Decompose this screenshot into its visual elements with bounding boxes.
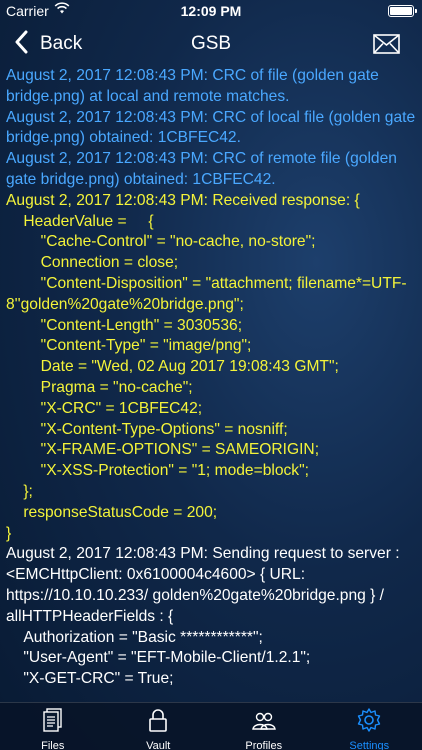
tab-files[interactable]: Files xyxy=(0,703,106,750)
log-line: Date = "Wed, 02 Aug 2017 19:08:43 GMT"; xyxy=(6,358,339,376)
files-icon xyxy=(40,707,66,738)
log-line: "X-XSS-Protection" = "1; mode=block"; xyxy=(6,462,309,480)
back-label: Back xyxy=(40,33,83,54)
log-line: }; xyxy=(6,482,33,500)
log-line: responseStatusCode = 200; xyxy=(6,503,218,521)
log-line: "X-FRAME-OPTIONS" = SAMEORIGIN; xyxy=(6,441,320,459)
tab-bar: Files Vault Profiles Settings xyxy=(0,702,422,750)
battery-icon xyxy=(388,5,417,17)
mail-icon[interactable] xyxy=(373,34,400,54)
log-line: "Content-Length" = 3030536; xyxy=(6,316,243,334)
tab-vault[interactable]: Vault xyxy=(106,703,212,750)
tab-label: Files xyxy=(41,740,65,750)
log-line: "Content-Disposition" = "attachment; fil… xyxy=(6,274,407,313)
profiles-icon xyxy=(251,707,277,738)
log-line: "User-Agent" = "EFT-Mobile-Client/1.2.1"… xyxy=(6,649,311,667)
back-button[interactable]: Back xyxy=(14,30,82,58)
log-line: August 2, 2017 12:08:43 PM: Received res… xyxy=(6,191,360,209)
status-time: 12:09 PM xyxy=(180,3,242,19)
navigation-bar: Back GSB xyxy=(0,22,422,66)
log-line: August 2, 2017 12:08:43 PM: CRC of remot… xyxy=(6,150,402,188)
tab-profiles[interactable]: Profiles xyxy=(211,703,317,750)
log-line: } xyxy=(6,524,12,542)
log-line: "X-CRC" = 1CBFEC42; xyxy=(6,399,203,417)
log-line: "X-Content-Type-Options" = nosniff; xyxy=(6,420,288,438)
log-line: "X-GET-CRC" = True; xyxy=(6,670,174,688)
log-line: HeaderValue = { xyxy=(6,212,154,230)
gear-icon xyxy=(356,707,382,738)
log-line: "Content-Type" = "image/png"; xyxy=(6,337,252,355)
tab-label: Vault xyxy=(146,740,171,750)
log-line: August 2, 2017 12:08:43 PM: Sending requ… xyxy=(6,545,404,625)
log-line: Authorization = "Basic ************"; xyxy=(6,628,263,646)
log-line: Pragma = "no-cache"; xyxy=(6,378,193,396)
log-line: "Cache-Control" = "no-cache, no-store"; xyxy=(6,233,316,251)
tab-label: Profiles xyxy=(245,740,283,750)
tab-label: Settings xyxy=(349,740,390,750)
chevron-left-icon xyxy=(14,30,28,58)
tab-settings[interactable]: Settings xyxy=(317,703,422,750)
log-line: Connection = close; xyxy=(6,254,179,272)
status-bar: Carrier 12:09 PM xyxy=(0,0,422,22)
log-output[interactable]: August 2, 2017 12:08:43 PM: CRC of file … xyxy=(0,66,422,702)
log-line: August 2, 2017 12:08:43 PM: CRC of file … xyxy=(6,67,384,105)
log-line: August 2, 2017 12:08:43 PM: CRC of local… xyxy=(6,108,420,147)
lock-icon xyxy=(145,707,171,738)
